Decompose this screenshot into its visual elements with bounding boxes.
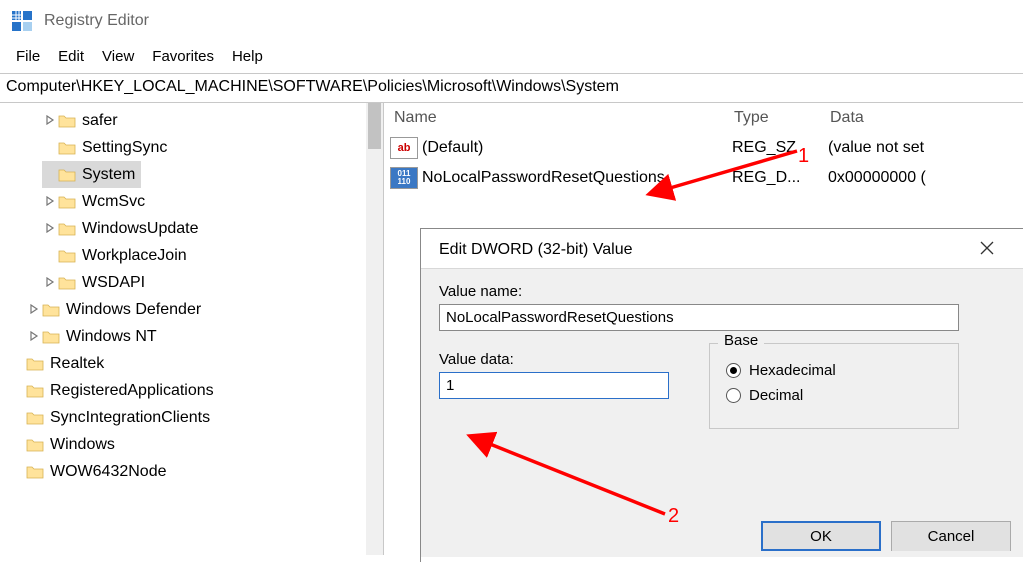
tree-node-label: SyncIntegrationClients [50, 404, 210, 431]
value-name: (Default) [422, 139, 732, 157]
folder-icon [42, 330, 62, 344]
folder-icon [58, 249, 78, 263]
dialog-title: Edit DWORD (32-bit) Value [439, 241, 633, 259]
chevron-right-icon[interactable] [42, 188, 58, 215]
string-value-icon: ab [390, 137, 418, 159]
tree-node-windowsupdate[interactable]: WindowsUpdate [2, 215, 383, 242]
app-icon [10, 9, 34, 33]
tree-node-settingsync[interactable]: SettingSync [2, 134, 383, 161]
tree-node-label: WorkplaceJoin [82, 242, 187, 269]
value-data: 0x00000000 ( [828, 169, 1017, 187]
tree-node-safer[interactable]: safer [2, 107, 383, 134]
tree-node-label: Realtek [50, 350, 104, 377]
folder-icon [42, 303, 62, 317]
tree-node-label: safer [82, 107, 118, 134]
menu-help[interactable]: Help [224, 46, 271, 67]
base-legend: Base [718, 332, 764, 349]
tree-node-workplacejoin[interactable]: WorkplaceJoin [2, 242, 383, 269]
registry-value-row[interactable]: ab(Default)REG_SZ(value not set [384, 133, 1023, 163]
folder-icon [58, 195, 78, 209]
value-name-label: Value name: [439, 283, 1005, 300]
tree-node-realtek[interactable]: Realtek [2, 350, 383, 377]
scrollbar-thumb[interactable] [368, 103, 381, 149]
value-type: REG_SZ [732, 139, 828, 157]
tree-node-system[interactable]: System [42, 161, 141, 188]
tree-node-label: SettingSync [82, 134, 167, 161]
value-data-label: Value data: [439, 351, 669, 368]
registry-value-row[interactable]: 011110NoLocalPasswordResetQuestionsREG_D… [384, 163, 1023, 193]
chevron-right-icon[interactable] [26, 296, 42, 323]
column-headers: Name Type Data [384, 103, 1023, 133]
binary-value-icon: 011110 [390, 167, 418, 189]
tree-node-label: WSDAPI [82, 269, 145, 296]
value-data-input[interactable] [439, 372, 669, 399]
base-group: Base Hexadecimal Decimal [709, 343, 959, 429]
folder-icon [58, 276, 78, 290]
folder-icon [26, 438, 46, 452]
folder-icon [26, 411, 46, 425]
chevron-right-icon[interactable] [42, 107, 58, 134]
col-data[interactable]: Data [830, 109, 1013, 127]
ok-button[interactable]: OK [761, 521, 881, 551]
value-name-input[interactable] [439, 304, 959, 331]
menubar: File Edit View Favorites Help [0, 42, 1023, 71]
cancel-button[interactable]: Cancel [891, 521, 1011, 551]
folder-icon [26, 357, 46, 371]
tree-node-label: WindowsUpdate [82, 215, 199, 242]
value-name: NoLocalPasswordResetQuestions [422, 169, 732, 187]
folder-icon [58, 168, 78, 182]
value-type: REG_D... [732, 169, 828, 187]
radio-dot-icon [726, 363, 741, 378]
vertical-scrollbar[interactable] [366, 103, 383, 555]
tree-node-label: System [82, 161, 135, 188]
tree-node-label: Windows [50, 431, 115, 458]
folder-icon [58, 114, 78, 128]
tree-node-windows-defender[interactable]: Windows Defender [2, 296, 383, 323]
tree-node-label: WOW6432Node [50, 458, 167, 485]
edit-dword-dialog: Edit DWORD (32-bit) Value Value name: Va… [420, 228, 1023, 562]
value-data: (value not set [828, 139, 1017, 157]
tree-node-label: Windows Defender [66, 296, 201, 323]
chevron-right-icon[interactable] [26, 323, 42, 350]
tree-node-windows[interactable]: Windows [2, 431, 383, 458]
menu-favorites[interactable]: Favorites [144, 46, 222, 67]
tree-node-label: RegisteredApplications [50, 377, 214, 404]
close-icon[interactable] [965, 239, 1009, 260]
col-name[interactable]: Name [394, 109, 734, 127]
tree-node-label: Windows NT [66, 323, 157, 350]
folder-icon [58, 222, 78, 236]
radio-circle-icon [726, 388, 741, 403]
folder-icon [26, 465, 46, 479]
window-title: Registry Editor [44, 12, 149, 30]
folder-icon [58, 141, 78, 155]
tree-pane[interactable]: safer SettingSync System WcmSvc WindowsU… [0, 103, 384, 555]
chevron-right-icon[interactable] [42, 215, 58, 242]
tree-node-windows-nt[interactable]: Windows NT [2, 323, 383, 350]
address-bar[interactable]: Computer\HKEY_LOCAL_MACHINE\SOFTWARE\Pol… [0, 74, 1023, 103]
chevron-right-icon[interactable] [42, 269, 58, 296]
menu-view[interactable]: View [94, 46, 142, 67]
tree-node-wsdapi[interactable]: WSDAPI [2, 269, 383, 296]
col-type[interactable]: Type [734, 109, 830, 127]
tree-node-registeredapplications[interactable]: RegisteredApplications [2, 377, 383, 404]
tree-node-syncintegrationclients[interactable]: SyncIntegrationClients [2, 404, 383, 431]
folder-icon [26, 384, 46, 398]
menu-file[interactable]: File [8, 46, 48, 67]
radio-decimal[interactable]: Decimal [726, 387, 942, 404]
radio-hexadecimal[interactable]: Hexadecimal [726, 362, 942, 379]
menu-edit[interactable]: Edit [50, 46, 92, 67]
tree-node-label: WcmSvc [82, 188, 145, 215]
tree-node-wow6432node[interactable]: WOW6432Node [2, 458, 383, 485]
tree-node-wcmsvc[interactable]: WcmSvc [2, 188, 383, 215]
